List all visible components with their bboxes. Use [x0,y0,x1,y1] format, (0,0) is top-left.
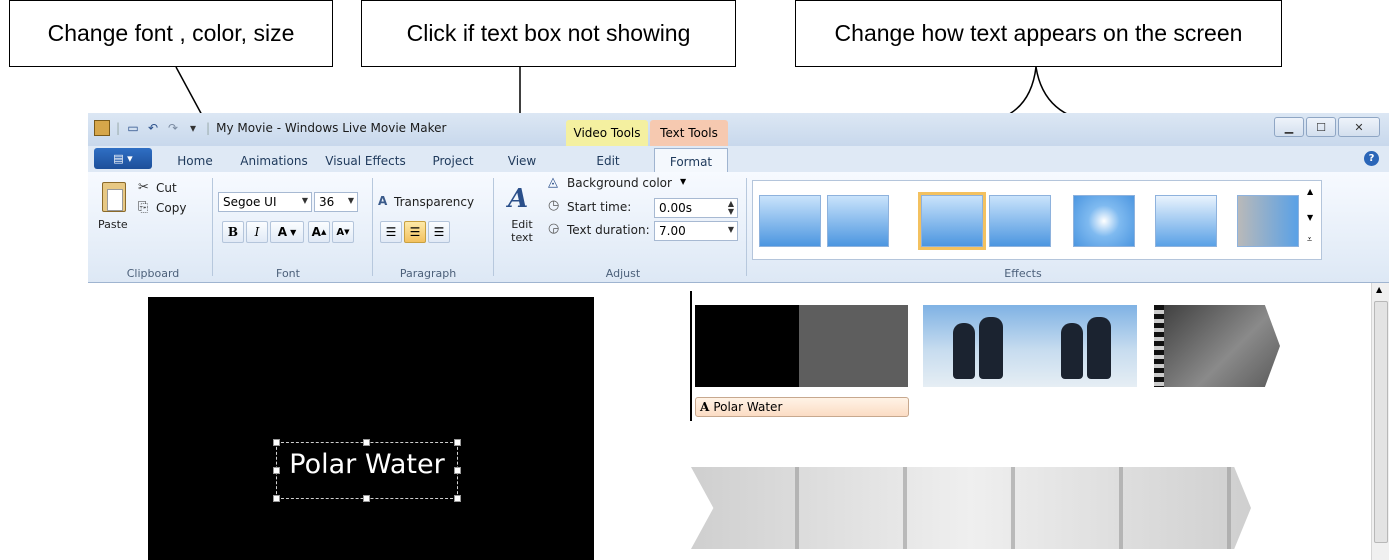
penguin-image [979,317,1003,379]
help-icon[interactable]: ? [1364,151,1379,166]
redo-icon[interactable]: ↷ [166,121,180,135]
text-clip[interactable]: A Polar Water [695,397,909,417]
effect-tile[interactable] [1155,195,1217,247]
tab-view[interactable]: View [492,150,552,172]
playhead [690,291,692,421]
group-label-adjust: Adjust [605,267,641,280]
maximize-button[interactable]: ☐ [1306,117,1336,137]
gallery-scroll-down[interactable]: ▼ [1307,213,1313,222]
text-duration-select[interactable]: 7.00 ▼ [654,221,738,241]
paste-button[interactable]: Paste [96,180,132,240]
effects-gallery: ▲ ▼ ⩡ [752,180,1322,260]
close-button[interactable]: ✕ [1338,117,1380,137]
movie-maker-window: | ▭ ↶ ↷ ▾ | My Movie - Windows Live Movi… [88,113,1389,560]
video-clip[interactable] [691,467,1251,549]
workspace: Polar Water A Polar Water [88,283,1389,560]
copy-button[interactable]: ⎘ Copy [138,200,198,218]
vertical-scrollbar[interactable]: ▲ [1371,283,1389,560]
effect-tile[interactable] [1073,195,1135,247]
gallery-expand[interactable]: ⩡ [1307,235,1312,245]
align-right-icon: ☰ [433,225,445,239]
paint-bucket-icon: ◬ [548,175,558,190]
effect-tile[interactable] [989,195,1051,247]
transparency-button[interactable]: A Transparency [378,194,488,212]
tab-animations[interactable]: Animations [234,150,314,172]
text-clip-icon: A [700,400,710,414]
edit-text-icon: A [508,184,529,214]
file-menu-button[interactable]: ▤ ▾ [94,148,152,169]
ribbon: Paste ✂ Cut ⎘ Copy Clipboard Segoe UI ▼ 3… [88,172,1389,283]
effect-tile-selected[interactable] [918,192,986,250]
group-label-clipboard: Clipboard [126,267,180,280]
group-label-font: Font [276,267,300,280]
tab-home[interactable]: Home [160,150,230,172]
group-label-paragraph: Paragraph [399,267,457,280]
callout-effects: Change how text appears on the screen [795,0,1282,67]
tab-visual-effects[interactable]: Visual Effects [318,150,413,172]
grow-font-button[interactable]: A ▲ [308,221,330,243]
undo-icon[interactable]: ↶ [146,121,160,135]
font-color-button[interactable]: A ▼ [270,221,304,243]
tab-format[interactable]: Format [654,148,728,174]
scrollbar-thumb[interactable] [1374,301,1388,543]
tab-edit[interactable]: Edit [573,150,643,172]
callout-font: Change font , color, size [9,0,333,67]
italic-button[interactable]: I [246,221,268,243]
quick-access-toolbar: | ▭ ↶ ↷ ▾ | My Movie - Windows Live Movi… [94,120,446,136]
caption-text: Polar Water [289,449,445,480]
video-clip[interactable] [695,305,908,387]
penguin-image [1087,317,1111,379]
font-family-select[interactable]: Segoe UI ▼ [218,192,312,212]
group-label-effects: Effects [1004,267,1042,280]
cut-button[interactable]: ✂ Cut [138,180,188,198]
penguin-image [1061,323,1083,379]
align-center-button[interactable]: ☰ [404,221,426,243]
align-left-button[interactable]: ☰ [380,221,402,243]
video-clip[interactable] [923,305,1137,387]
qat-dropdown-icon[interactable]: ▾ [186,121,200,135]
caption-textbox[interactable]: Polar Water [273,439,461,502]
save-icon[interactable]: ▭ [126,121,140,135]
shrink-font-button[interactable]: A ▼ [332,221,354,243]
paste-icon [102,182,126,212]
font-size-select[interactable]: 36 ▼ [314,192,358,212]
effect-tile[interactable] [1237,195,1299,247]
transparency-icon: A [378,194,388,208]
bold-button[interactable]: B [222,221,244,243]
minimize-button[interactable]: ▁ [1274,117,1304,137]
title-bar: | ▭ ↶ ↷ ▾ | My Movie - Windows Live Movi… [88,113,1389,146]
effect-tile[interactable] [827,195,889,247]
stopwatch-icon: ◷ [548,198,560,213]
video-clip[interactable] [1154,305,1280,387]
penguin-image [953,323,975,379]
copy-icon: ⎘ [138,200,149,215]
tab-project[interactable]: Project [418,150,488,172]
text-duration-row: ◶ Text duration: [548,221,650,237]
separator [493,178,494,276]
start-time-input[interactable]: 0.00s ▲ ▼ [654,198,738,218]
context-tab-text-tools: Text Tools [650,120,728,146]
context-tab-video-tools: Video Tools [566,120,648,146]
background-color-button[interactable]: ◬ Background color ▼ [548,175,698,193]
scissors-icon: ✂ [138,180,149,195]
edit-text-button[interactable]: A Edit text [502,180,542,260]
app-icon[interactable] [94,120,110,136]
video-preview: Polar Water [148,297,594,560]
align-right-button[interactable]: ☰ [428,221,450,243]
align-left-icon: ☰ [385,225,397,239]
filmstrip-edge [1154,305,1164,387]
separator [212,178,213,276]
callout-textbox: Click if text box not showing [361,0,736,67]
effect-tile[interactable] [759,195,821,247]
text-clip-label: Polar Water [713,400,783,414]
gallery-scroll-up[interactable]: ▲ [1307,187,1313,196]
separator [746,178,747,276]
stopwatch-icon: ◶ [548,221,560,236]
window-title: My Movie - Windows Live Movie Maker [216,121,447,135]
ribbon-tabs: ▤ ▾ Home Animations Visual Effects Proje… [88,146,1389,174]
separator [372,178,373,276]
align-center-icon: ☰ [409,225,421,239]
